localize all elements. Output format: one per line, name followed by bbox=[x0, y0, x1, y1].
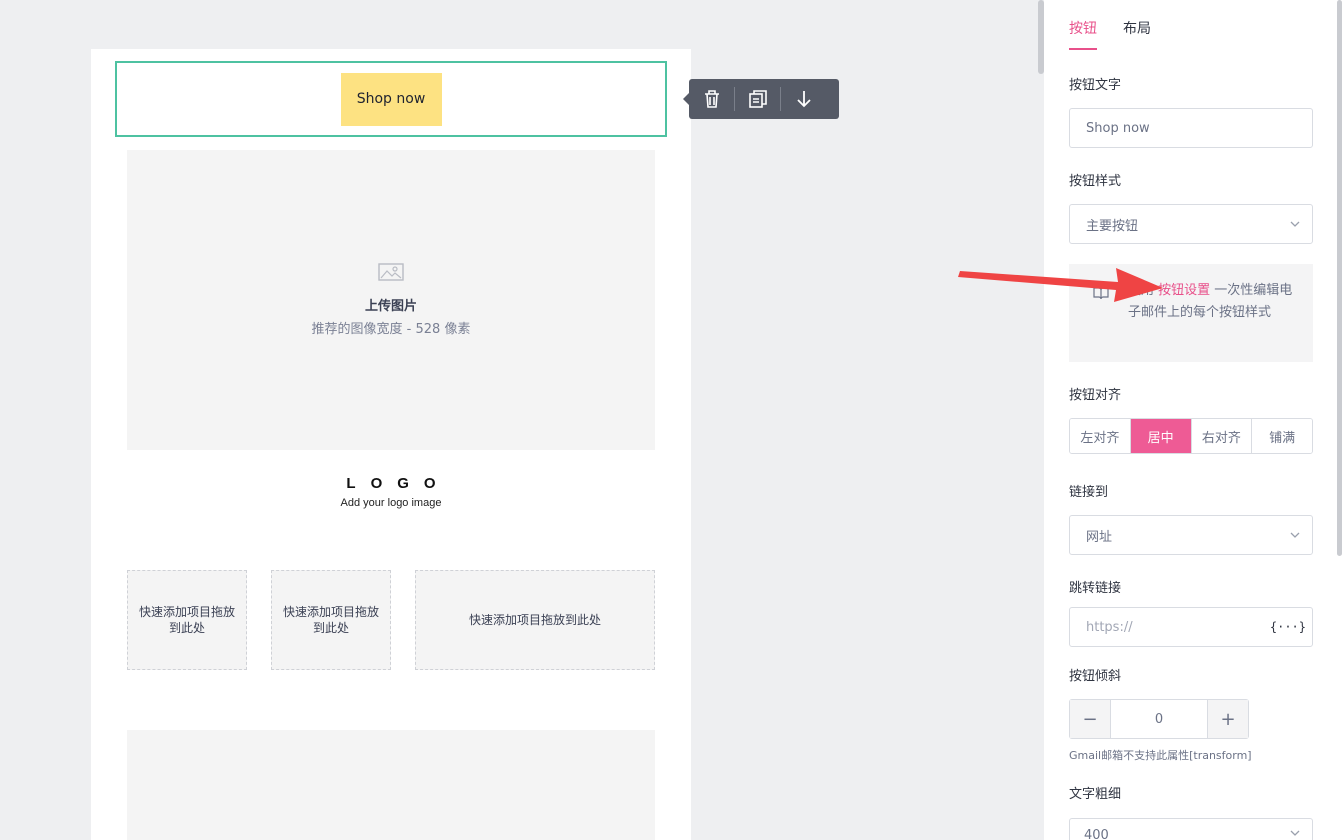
button-settings-link[interactable]: 按钮设置 bbox=[1158, 283, 1210, 298]
editor-canvas: Shop now 上传图片 推荐的图像宽度 - 528 像素 LOGO Add … bbox=[0, 0, 1034, 840]
hint-prefix: 使用 bbox=[1128, 283, 1155, 298]
skew-note: Gmail邮箱不支持此属性[transform] bbox=[1069, 749, 1252, 762]
hint-text: 使用 按钮设置 一次性编辑电子邮件上的每个按钮样式 bbox=[1128, 280, 1298, 324]
button-text-label: 按钮文字 bbox=[1069, 78, 1122, 93]
tab-layout[interactable]: 布局 bbox=[1123, 18, 1151, 50]
upload-image-hint: 推荐的图像宽度 - 528 像素 bbox=[311, 322, 471, 337]
redirect-link-label: 跳转链接 bbox=[1069, 581, 1122, 596]
button-skew-stepper: − 0 + bbox=[1069, 699, 1249, 739]
duplicate-button[interactable] bbox=[735, 79, 780, 119]
chevron-down-icon bbox=[1290, 221, 1300, 227]
button-align-group: 左对齐 居中 右对齐 铺满 bbox=[1069, 418, 1313, 454]
panel-tabs: 按钮 布局 bbox=[1069, 18, 1151, 50]
link-to-value: 网址 bbox=[1086, 529, 1113, 545]
trash-icon bbox=[704, 90, 719, 108]
arrow-down-icon bbox=[796, 91, 811, 108]
font-weight-value: 400 bbox=[1084, 828, 1109, 840]
button-settings-hint: 使用 按钮设置 一次性编辑电子邮件上的每个按钮样式 bbox=[1069, 264, 1313, 362]
font-weight-select[interactable]: 400 bbox=[1069, 818, 1313, 840]
drop-zone-1[interactable]: 快速添加项目拖放到此处 bbox=[127, 570, 247, 670]
link-to-select[interactable]: 网址 bbox=[1069, 515, 1313, 555]
selected-button-block[interactable]: Shop now bbox=[115, 61, 667, 137]
align-full-button[interactable]: 铺满 bbox=[1252, 419, 1312, 453]
align-left-button[interactable]: 左对齐 bbox=[1070, 419, 1131, 453]
tab-button[interactable]: 按钮 bbox=[1069, 18, 1097, 50]
logo-block[interactable]: LOGO Add your logo image bbox=[91, 475, 691, 509]
drop-zone-2[interactable]: 快速添加项目拖放到此处 bbox=[271, 570, 391, 670]
redirect-link-placeholder: https:// bbox=[1086, 619, 1133, 635]
chevron-down-icon bbox=[1290, 532, 1300, 538]
align-center-button[interactable]: 居中 bbox=[1130, 419, 1192, 453]
decrement-button[interactable]: − bbox=[1070, 700, 1110, 738]
skew-value[interactable]: 0 bbox=[1110, 700, 1208, 738]
drop-zone-3[interactable]: 快速添加项目拖放到此处 bbox=[415, 570, 655, 670]
book-icon bbox=[1093, 287, 1109, 300]
button-align-label: 按钮对齐 bbox=[1069, 388, 1122, 403]
panel-scrollbar[interactable] bbox=[1337, 0, 1342, 556]
button-style-label: 按钮样式 bbox=[1069, 174, 1122, 189]
image-placeholder-2[interactable] bbox=[127, 730, 655, 840]
image-icon bbox=[378, 263, 404, 281]
logo-subtitle: Add your logo image bbox=[340, 497, 442, 509]
block-toolbar bbox=[683, 79, 839, 119]
button-skew-label: 按钮倾斜 bbox=[1069, 669, 1122, 684]
align-right-button[interactable]: 右对齐 bbox=[1191, 419, 1253, 453]
settings-panel: 按钮 布局 按钮文字 Shop now 按钮样式 主要按钮 使用 按钮设置 一次… bbox=[1044, 0, 1344, 840]
increment-button[interactable]: + bbox=[1208, 700, 1248, 738]
upload-image-title: 上传图片 bbox=[364, 299, 417, 314]
shop-now-button[interactable]: Shop now bbox=[340, 72, 442, 126]
chevron-down-icon bbox=[1290, 830, 1300, 836]
image-placeholder[interactable]: 上传图片 推荐的图像宽度 - 528 像素 bbox=[127, 150, 655, 450]
insert-variable-icon[interactable]: {···} bbox=[1270, 620, 1306, 634]
delete-button[interactable] bbox=[689, 79, 734, 119]
redirect-link-input[interactable]: https:// {···} bbox=[1069, 607, 1313, 647]
move-down-button[interactable] bbox=[781, 79, 826, 119]
button-style-value: 主要按钮 bbox=[1086, 218, 1139, 234]
email-preview: Shop now 上传图片 推荐的图像宽度 - 528 像素 LOGO Add … bbox=[91, 49, 691, 840]
logo-mark: LOGO bbox=[346, 475, 451, 492]
button-style-select[interactable]: 主要按钮 bbox=[1069, 204, 1313, 244]
link-to-label: 链接到 bbox=[1069, 485, 1109, 500]
font-weight-label: 文字粗细 bbox=[1069, 787, 1122, 802]
button-text-input[interactable]: Shop now bbox=[1069, 108, 1313, 148]
duplicate-icon bbox=[748, 90, 767, 108]
